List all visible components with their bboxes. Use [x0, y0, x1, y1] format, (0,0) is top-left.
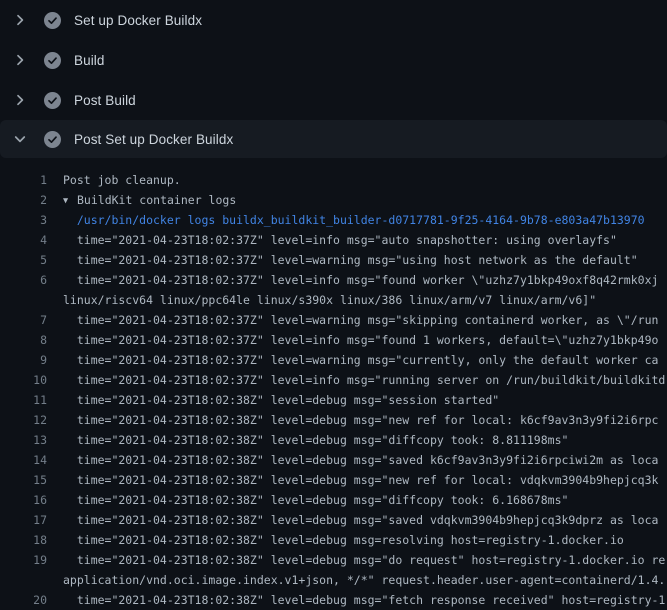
group-expanded-arrow-icon[interactable]: ▼ — [63, 196, 77, 206]
log-line-number[interactable]: 14 — [0, 453, 47, 467]
log-line-text: application/vnd.oci.image.index.v1+json,… — [47, 573, 665, 587]
log-line-number[interactable]: 13 — [0, 433, 47, 447]
log-line-number[interactable]: 8 — [0, 333, 47, 347]
log-line-number[interactable]: 11 — [0, 393, 47, 407]
log-row: 7 time="2021-04-23T18:02:37Z" level=warn… — [0, 310, 667, 330]
log-row: 11 time="2021-04-23T18:02:38Z" level=deb… — [0, 390, 667, 410]
log-line-text: time="2021-04-23T18:02:37Z" level=info m… — [47, 333, 658, 347]
section-post-set-up-docker-buildx[interactable]: Post Set up Docker Buildx — [0, 120, 667, 158]
section-label: Post Set up Docker Buildx — [74, 132, 233, 147]
check-circle-icon — [44, 131, 61, 148]
check-circle-icon — [44, 92, 61, 109]
log-line-text: time="2021-04-23T18:02:37Z" level=info m… — [47, 373, 665, 387]
log-row: 4 time="2021-04-23T18:02:37Z" level=info… — [0, 230, 667, 250]
log-row: 6 time="2021-04-23T18:02:37Z" level=info… — [0, 270, 667, 290]
log-row: 10 time="2021-04-23T18:02:37Z" level=inf… — [0, 370, 667, 390]
log-row: 20 time="2021-04-23T18:02:38Z" level=deb… — [0, 590, 667, 610]
log-line-number[interactable]: 18 — [0, 533, 47, 547]
log-line-number[interactable]: 10 — [0, 373, 47, 387]
log-row: 15 time="2021-04-23T18:02:38Z" level=deb… — [0, 470, 667, 490]
log-row: 13 time="2021-04-23T18:02:38Z" level=deb… — [0, 430, 667, 450]
log-line-text: time="2021-04-23T18:02:38Z" level=debug … — [47, 473, 658, 487]
log-line-number[interactable]: 20 — [0, 593, 47, 607]
log-line-number[interactable]: 3 — [0, 213, 47, 227]
chevron-down-icon[interactable] — [12, 131, 28, 147]
log-line-text: time="2021-04-23T18:02:38Z" level=debug … — [47, 393, 499, 407]
log-line-number[interactable]: 12 — [0, 413, 47, 427]
log-row: 1Post job cleanup. — [0, 170, 667, 190]
log-line-text: time="2021-04-23T18:02:38Z" level=debug … — [47, 433, 568, 447]
log-line-number[interactable]: 9 — [0, 353, 47, 367]
command-line-text: /usr/bin/docker logs buildx_buildkit_bui… — [47, 213, 645, 227]
log-line-number[interactable]: 19 — [0, 553, 47, 567]
log-line-number[interactable]: 4 — [0, 233, 47, 247]
log-line-text: time="2021-04-23T18:02:38Z" level=debug … — [47, 413, 658, 427]
log-row: 19 time="2021-04-23T18:02:38Z" level=deb… — [0, 550, 667, 570]
log-line-text: time="2021-04-23T18:02:38Z" level=debug … — [47, 453, 658, 467]
log-line-text: time="2021-04-23T18:02:37Z" level=warnin… — [47, 353, 658, 367]
log-line-text: time="2021-04-23T18:02:37Z" level=info m… — [47, 273, 658, 287]
section-post-build[interactable]: Post Build — [0, 80, 667, 120]
log-line-number[interactable]: 17 — [0, 513, 47, 527]
log-viewer: 1Post job cleanup.2▼BuildKit container l… — [0, 158, 667, 610]
log-line-number[interactable]: 2 — [0, 193, 47, 207]
log-line-text: Post job cleanup. — [47, 173, 181, 187]
section-build[interactable]: Build — [0, 40, 667, 80]
log-row: 18 time="2021-04-23T18:02:38Z" level=deb… — [0, 530, 667, 550]
log-row: 17 time="2021-04-23T18:02:38Z" level=deb… — [0, 510, 667, 530]
log-row: application/vnd.oci.image.index.v1+json,… — [0, 570, 667, 590]
log-row: 3 /usr/bin/docker logs buildx_buildkit_b… — [0, 210, 667, 230]
log-line-text: time="2021-04-23T18:02:38Z" level=debug … — [47, 553, 665, 567]
log-line-text: time="2021-04-23T18:02:38Z" level=debug … — [47, 533, 624, 547]
chevron-right-icon[interactable] — [12, 12, 28, 28]
log-line-number[interactable]: 5 — [0, 253, 47, 267]
log-line-number[interactable]: 15 — [0, 473, 47, 487]
log-line-text: time="2021-04-23T18:02:37Z" level=info m… — [47, 233, 617, 247]
steps-list: Set up Docker Buildx Build Post Build Po… — [0, 0, 667, 158]
log-row: 8 time="2021-04-23T18:02:37Z" level=info… — [0, 330, 667, 350]
section-label: Set up Docker Buildx — [74, 13, 202, 28]
log-line-number[interactable]: 7 — [0, 313, 47, 327]
log-line-text: time="2021-04-23T18:02:38Z" level=debug … — [47, 593, 665, 607]
log-line-text: time="2021-04-23T18:02:38Z" level=debug … — [47, 513, 658, 527]
log-row: linux/riscv64 linux/ppc64le linux/s390x … — [0, 290, 667, 310]
log-line-text: time="2021-04-23T18:02:37Z" level=warnin… — [47, 313, 658, 327]
log-group-toggle[interactable]: ▼BuildKit container logs — [47, 193, 236, 207]
chevron-right-icon[interactable] — [12, 92, 28, 108]
log-line-number[interactable]: 6 — [0, 273, 47, 287]
log-row: 14 time="2021-04-23T18:02:38Z" level=deb… — [0, 450, 667, 470]
chevron-right-icon[interactable] — [12, 52, 28, 68]
log-row: 9 time="2021-04-23T18:02:37Z" level=warn… — [0, 350, 667, 370]
log-row: 12 time="2021-04-23T18:02:38Z" level=deb… — [0, 410, 667, 430]
section-label: Post Build — [74, 93, 136, 108]
check-circle-icon — [44, 12, 61, 29]
log-line-text: time="2021-04-23T18:02:38Z" level=debug … — [47, 493, 568, 507]
log-line-text: linux/riscv64 linux/ppc64le linux/s390x … — [47, 293, 596, 307]
check-circle-icon — [44, 52, 61, 69]
log-line-number[interactable]: 1 — [0, 173, 47, 187]
log-line-text: time="2021-04-23T18:02:37Z" level=warnin… — [47, 253, 638, 267]
section-label: Build — [74, 53, 105, 68]
log-line-number[interactable]: 16 — [0, 493, 47, 507]
log-row: 5 time="2021-04-23T18:02:37Z" level=warn… — [0, 250, 667, 270]
log-row: 2▼BuildKit container logs — [0, 190, 667, 210]
section-set-up-docker-buildx[interactable]: Set up Docker Buildx — [0, 0, 667, 40]
log-row: 16 time="2021-04-23T18:02:38Z" level=deb… — [0, 490, 667, 510]
